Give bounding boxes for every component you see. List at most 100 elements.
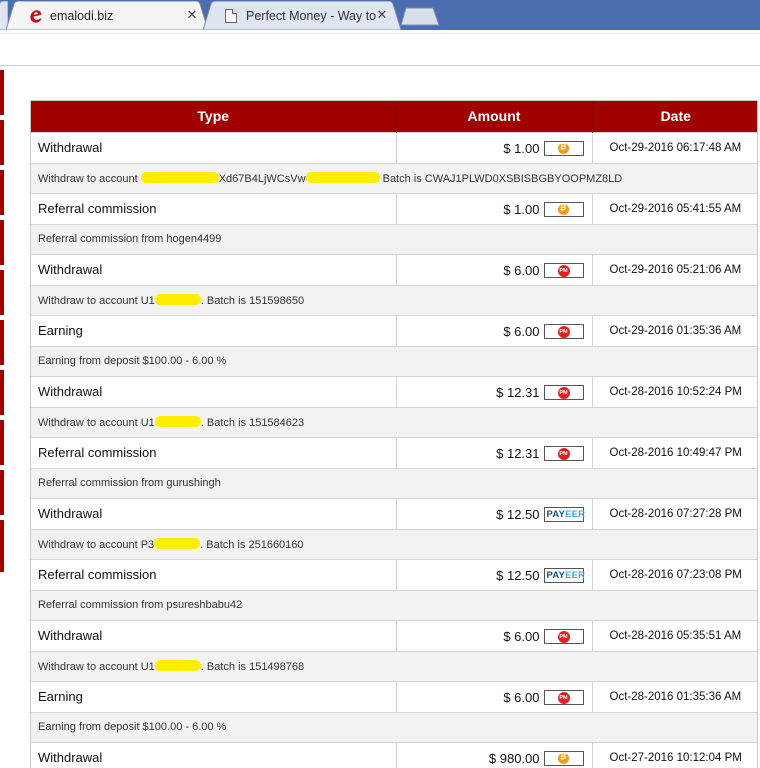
detail-text: Withdraw to account P3 bbox=[38, 538, 155, 551]
transaction-row: Withdrawal $ 1.00 Oct-29-2016 06:17:48 A… bbox=[31, 131, 757, 163]
column-header-type: Type bbox=[31, 101, 397, 132]
transaction-detail: Earning from deposit $100.00 - 6.00 % bbox=[31, 345, 757, 376]
transaction-amount-cell: $ 6.00 PM bbox=[396, 314, 593, 346]
transaction-type: Referral commission bbox=[31, 192, 397, 224]
transaction-amount-cell: $ 12.31 PM bbox=[396, 436, 593, 468]
tab-perfect-money[interactable]: Perfect Money - Way to i ✕ bbox=[203, 1, 401, 30]
detail-text: Withdraw to account bbox=[38, 172, 141, 185]
page-content: Type Amount Date Withdrawal $ 1.00 Oct-2… bbox=[0, 67, 760, 768]
payment-processor-badge: PAYEER bbox=[543, 506, 585, 522]
table-header-row: Type Amount Date bbox=[31, 101, 757, 132]
transaction-type: Withdrawal bbox=[31, 497, 397, 529]
transaction-amount: $ 6.00 bbox=[503, 262, 540, 278]
sidebar-menu-item[interactable] bbox=[0, 120, 4, 165]
transaction-row: Referral commission $ 1.00 Oct-29-2016 0… bbox=[31, 192, 757, 224]
sidebar-menu-item[interactable] bbox=[0, 520, 4, 572]
page-icon bbox=[225, 8, 237, 23]
transaction-amount: $ 6.00 bbox=[503, 323, 540, 339]
sidebar-menu-item[interactable] bbox=[0, 420, 4, 465]
transactions-table: Type Amount Date Withdrawal $ 1.00 Oct-2… bbox=[31, 101, 757, 768]
transaction-detail: Withdraw to account P3 . Batch is 2516601… bbox=[31, 528, 757, 559]
sidebar-menu-item[interactable] bbox=[0, 270, 4, 315]
detail-text: Earning from deposit $100.00 - 6.00 % bbox=[38, 355, 227, 367]
perfect-money-icon: PM bbox=[557, 691, 570, 704]
redaction-highlight bbox=[140, 171, 219, 183]
redaction-highlight bbox=[154, 659, 201, 671]
transaction-type: Earning bbox=[31, 314, 397, 346]
sidebar-menu-item[interactable] bbox=[0, 220, 4, 265]
transaction-amount-cell: $ 980.00 bbox=[396, 741, 593, 768]
payment-processor-badge: PM bbox=[543, 384, 584, 400]
transaction-date: Oct-28-2016 07:23:08 PM bbox=[592, 558, 757, 590]
payment-processor-badge: PM bbox=[543, 689, 584, 705]
transaction-row: Earning $ 6.00 PM Oct-29-2016 01:35:36 AM bbox=[31, 314, 757, 346]
payment-processor-badge bbox=[543, 140, 584, 156]
payeer-logo-icon: PAYEER bbox=[546, 569, 586, 581]
perfect-money-icon: PM bbox=[557, 386, 570, 399]
transaction-row: Referral commission $ 12.31 PM Oct-28-201… bbox=[31, 436, 757, 468]
transaction-type: Withdrawal bbox=[31, 253, 397, 285]
transaction-date: Oct-29-2016 05:21:06 AM bbox=[592, 253, 757, 285]
transaction-amount-cell: $ 6.00 PM bbox=[396, 253, 593, 285]
transaction-amount-cell: $ 12.31 PM bbox=[396, 375, 593, 407]
transaction-row: Withdrawal $ 12.31 PM Oct-28-2016 10:52:2… bbox=[31, 375, 757, 407]
transaction-amount: $ 980.00 bbox=[488, 750, 540, 766]
detail-text: Withdraw to account U1 bbox=[38, 660, 155, 673]
transaction-type: Withdrawal bbox=[31, 741, 397, 768]
detail-text: . Batch is 151498768 bbox=[200, 660, 305, 673]
sidebar-menu-item[interactable] bbox=[0, 320, 4, 365]
tab-title: emalodi.biz bbox=[50, 8, 114, 23]
transaction-amount: $ 6.00 bbox=[503, 628, 540, 644]
transaction-date: Oct-28-2016 07:27:28 PM bbox=[592, 497, 757, 529]
transaction-amount: $ 1.00 bbox=[503, 201, 540, 217]
column-header-date: Date bbox=[592, 101, 757, 132]
detail-text: Withdraw to account U1 bbox=[38, 294, 155, 307]
close-tab-icon[interactable]: ✕ bbox=[185, 8, 199, 22]
transaction-date: Oct-28-2016 10:52:24 PM bbox=[592, 375, 757, 407]
sidebar-menu-item[interactable] bbox=[0, 370, 4, 415]
transaction-date: Oct-28-2016 05:35:51 AM bbox=[592, 619, 757, 651]
bitcoin-icon bbox=[557, 752, 569, 764]
transaction-date: Oct-27-2016 10:12:04 PM bbox=[592, 741, 757, 768]
transaction-detail-row: Withdraw to account P3 . Batch is 2516601… bbox=[31, 528, 757, 559]
transaction-amount-cell: $ 6.00 PM bbox=[396, 680, 593, 712]
transaction-detail-row: Earning from deposit $100.00 - 6.00 % bbox=[31, 345, 757, 376]
transaction-type: Withdrawal bbox=[31, 375, 397, 407]
transaction-date: Oct-28-2016 10:49:47 PM bbox=[592, 436, 757, 468]
perfect-money-icon: PM bbox=[557, 447, 570, 460]
transaction-date: Oct-28-2016 01:35:36 AM bbox=[592, 680, 757, 712]
detail-text: Referral commission from psureshbabu42 bbox=[38, 599, 243, 611]
transaction-amount: $ 12.31 bbox=[496, 445, 540, 461]
detail-text: . Batch is 151584623 bbox=[200, 416, 305, 429]
payment-processor-badge: PAYEER bbox=[543, 567, 586, 583]
redaction-highlight bbox=[305, 171, 380, 183]
sidebar-menu-item[interactable] bbox=[0, 70, 4, 115]
transaction-type: Earning bbox=[31, 680, 397, 712]
transaction-detail: Earning from deposit $100.00 - 6.00 % bbox=[31, 711, 757, 742]
transaction-amount: $ 12.31 bbox=[496, 384, 540, 400]
transaction-detail-row: Withdraw to account U1 . Batch is 1514987… bbox=[31, 650, 757, 681]
tab-emalodi[interactable]: emalodi.biz ✕ bbox=[6, 1, 208, 30]
transaction-row: Withdrawal $ 6.00 PM Oct-28-2016 05:35:51… bbox=[31, 619, 757, 651]
browser-toolbar bbox=[0, 30, 760, 66]
transaction-type: Referral commission bbox=[31, 436, 397, 468]
transaction-detail: Referral commission from psureshbabu42 bbox=[31, 589, 757, 620]
transaction-detail-row: Withdraw to account Xd67B4LjWCsVw Batch … bbox=[31, 162, 757, 193]
detail-text: . Batch is 151598650 bbox=[200, 294, 305, 307]
payment-processor-badge bbox=[543, 201, 584, 217]
transactions-table-container: Type Amount Date Withdrawal $ 1.00 Oct-2… bbox=[30, 100, 758, 768]
sidebar-menu-item[interactable] bbox=[0, 170, 4, 215]
sidebar-menu-item[interactable] bbox=[0, 470, 4, 515]
transaction-amount-cell: $ 6.00 PM bbox=[396, 619, 593, 651]
new-tab-button[interactable] bbox=[400, 7, 440, 26]
bitcoin-icon bbox=[557, 142, 569, 154]
transaction-row: Withdrawal $ 6.00 PM Oct-29-2016 05:21:06… bbox=[31, 253, 757, 285]
payment-processor-badge: PM bbox=[543, 628, 584, 644]
transaction-amount: $ 6.00 bbox=[503, 689, 540, 705]
transaction-amount: $ 12.50 bbox=[496, 567, 540, 583]
detail-text: Referral commission from gurushingh bbox=[38, 477, 221, 489]
transaction-detail: Withdraw to account U1 . Batch is 1514987… bbox=[31, 650, 757, 681]
redaction-highlight bbox=[154, 537, 201, 549]
close-tab-icon[interactable]: ✕ bbox=[375, 8, 389, 22]
column-header-amount: Amount bbox=[396, 101, 593, 132]
